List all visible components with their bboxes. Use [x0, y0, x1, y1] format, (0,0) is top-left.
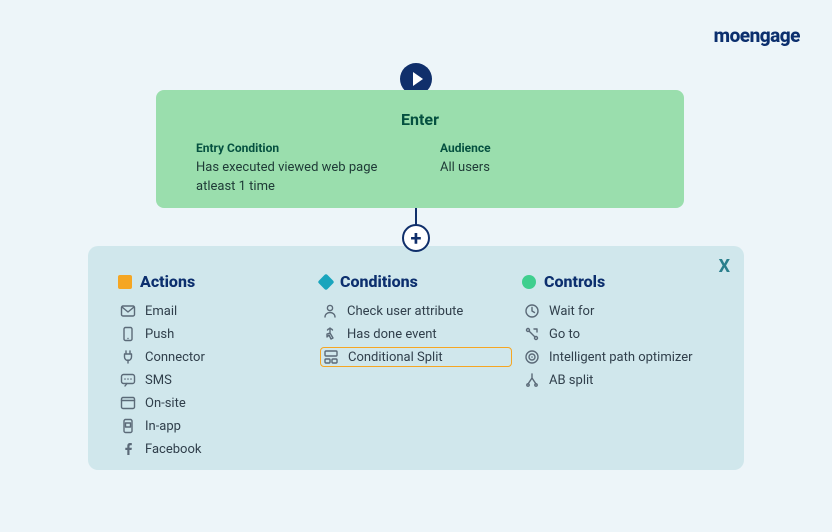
- actions-item-facebook[interactable]: Facebook: [118, 439, 310, 459]
- clock-icon: [524, 303, 540, 319]
- controls-item-label: Intelligent path optimizer: [549, 350, 693, 365]
- add-step-button[interactable]: +: [402, 224, 430, 252]
- audience-block: Audience All users: [440, 141, 644, 197]
- actions-title: Actions: [140, 272, 195, 291]
- actions-item-label: On-site: [145, 396, 186, 411]
- enter-title: Enter: [196, 110, 644, 129]
- controls-item-clock[interactable]: Wait for: [522, 301, 714, 321]
- audience-text: All users: [440, 159, 644, 178]
- goto-icon: [524, 326, 540, 342]
- entry-condition-label: Entry Condition: [196, 141, 400, 155]
- mail-icon: [120, 303, 136, 319]
- conditions-item-split[interactable]: Conditional Split: [320, 347, 512, 367]
- entry-condition-block: Entry Condition Has executed viewed web …: [196, 141, 400, 197]
- conditions-item-label: Conditional Split: [348, 350, 443, 365]
- user-icon: [322, 303, 338, 319]
- add-step-panel: X Actions Email Push Connector SMS On-site In…: [88, 246, 744, 470]
- audience-label: Audience: [440, 141, 644, 155]
- actions-item-label: In-app: [145, 419, 181, 434]
- actions-item-plug[interactable]: Connector: [118, 347, 310, 367]
- facebook-icon: [120, 441, 136, 457]
- conditions-marker-icon: [318, 273, 335, 290]
- controls-item-goto[interactable]: Go to: [522, 324, 714, 344]
- actions-item-sms[interactable]: SMS: [118, 370, 310, 390]
- actions-item-label: Connector: [145, 350, 205, 365]
- actions-item-label: Facebook: [145, 442, 201, 457]
- ab-icon: [524, 372, 540, 388]
- conditions-item-tap[interactable]: Has done event: [320, 324, 512, 344]
- actions-item-mail[interactable]: Email: [118, 301, 310, 321]
- close-panel-button[interactable]: X: [719, 256, 730, 277]
- conditions-item-label: Check user attribute: [347, 304, 463, 319]
- conditions-item-user[interactable]: Check user attribute: [320, 301, 512, 321]
- controls-title: Controls: [544, 272, 605, 291]
- conditions-title: Conditions: [340, 272, 418, 291]
- brand-logo: moengage: [714, 24, 800, 47]
- actions-item-window[interactable]: On-site: [118, 393, 310, 413]
- conditions-item-label: Has done event: [347, 327, 437, 342]
- entry-condition-text: Has executed viewed web page atleast 1 t…: [196, 159, 400, 197]
- actions-item-label: Push: [145, 327, 174, 342]
- controls-column: Controls Wait for Go to Intelligent path o…: [522, 272, 714, 452]
- window-icon: [120, 395, 136, 411]
- controls-marker-icon: [522, 275, 536, 289]
- actions-column: Actions Email Push Connector SMS On-site In-a…: [118, 272, 310, 452]
- controls-item-target[interactable]: Intelligent path optimizer: [522, 347, 714, 367]
- target-icon: [524, 349, 540, 365]
- actions-item-label: SMS: [145, 373, 172, 388]
- sms-icon: [120, 372, 136, 388]
- actions-marker-icon: [118, 275, 132, 289]
- controls-item-ab[interactable]: AB split: [522, 370, 714, 390]
- actions-item-label: Email: [145, 304, 177, 319]
- controls-item-label: AB split: [549, 373, 593, 388]
- plug-icon: [120, 349, 136, 365]
- split-icon: [323, 349, 339, 365]
- inapp-icon: [120, 418, 136, 434]
- actions-item-phone[interactable]: Push: [118, 324, 310, 344]
- phone-icon: [120, 326, 136, 342]
- controls-item-label: Wait for: [549, 304, 594, 319]
- conditions-column: Conditions Check user attribute Has done …: [320, 272, 512, 452]
- tap-icon: [322, 326, 338, 342]
- enter-card: Enter Entry Condition Has executed viewe…: [156, 90, 684, 208]
- actions-item-inapp[interactable]: In-app: [118, 416, 310, 436]
- controls-item-label: Go to: [549, 327, 580, 342]
